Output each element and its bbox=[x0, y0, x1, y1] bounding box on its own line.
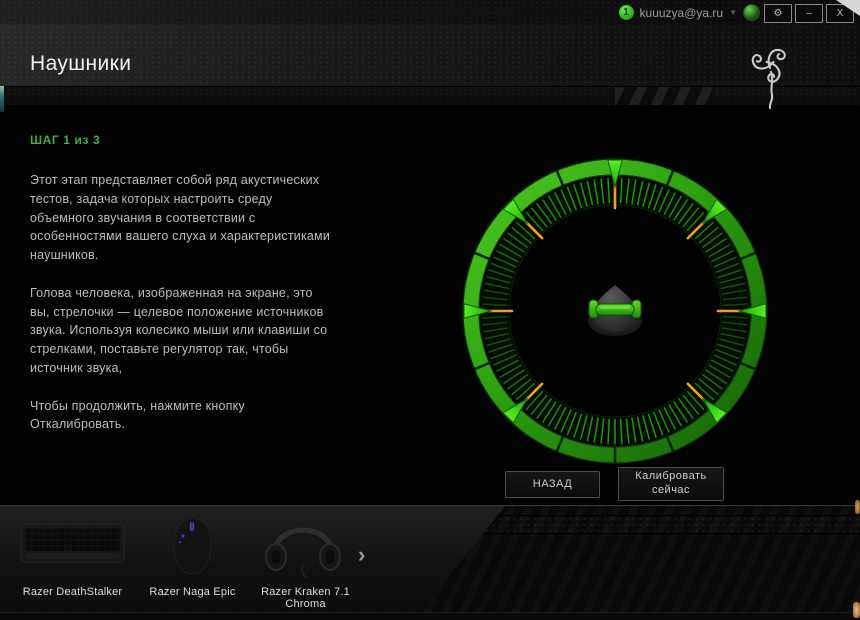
instruction-paragraph: Этот этап представляет собой ряд акустич… bbox=[30, 171, 334, 265]
device-tile-deathstalker[interactable] bbox=[15, 518, 130, 575]
device-bar: › Razer DeathStalker Razer Naga Epic Raz… bbox=[0, 505, 860, 613]
edge-decoration bbox=[0, 86, 4, 112]
instruction-paragraph: Голова человека, изображенная на экране,… bbox=[30, 284, 334, 378]
device-label: Razer Naga Epic bbox=[145, 586, 240, 598]
device-bar-right-decoration bbox=[420, 506, 860, 613]
keyboard-image bbox=[15, 518, 130, 570]
account-menu[interactable]: 1 kuuuzya@ya.ru ▼ bbox=[619, 4, 760, 21]
hex-texture-strip bbox=[420, 515, 860, 534]
header: 1 kuuuzya@ya.ru ▼ ⚙ – X Наушники bbox=[0, 0, 860, 86]
minimize-button[interactable]: – bbox=[795, 4, 823, 23]
razer-synapse-window: 1 kuuuzya@ya.ru ▼ ⚙ – X Наушники bbox=[0, 0, 860, 620]
device-label: Razer Kraken 7.1 Chroma bbox=[248, 586, 363, 610]
instructions: Этот этап представляет собой ряд акустич… bbox=[30, 171, 334, 453]
background-artifact bbox=[855, 500, 860, 514]
account-email: kuuuzya@ya.ru bbox=[640, 6, 724, 20]
gear-icon: ⚙ bbox=[774, 8, 783, 19]
device-label: Razer DeathStalker bbox=[15, 586, 130, 598]
avatar[interactable] bbox=[743, 4, 760, 21]
device-tile-naga-epic[interactable] bbox=[150, 514, 235, 583]
headset-image bbox=[253, 509, 353, 583]
calibrate-now-button[interactable]: Калибровать сейчас bbox=[618, 467, 724, 501]
window-corner-fold bbox=[836, 0, 860, 16]
settings-button[interactable]: ⚙ bbox=[764, 4, 792, 23]
more-devices-chevron[interactable]: › bbox=[358, 542, 365, 568]
surround-calibration-dial[interactable] bbox=[455, 151, 775, 471]
page-title: Наушники bbox=[30, 52, 131, 76]
listener-head-icon bbox=[588, 285, 642, 336]
background-artifact bbox=[853, 602, 860, 618]
bottom-edge bbox=[0, 612, 860, 620]
minimize-icon: – bbox=[806, 8, 812, 19]
calibration-page: ШАГ 1 из 3 Этот этап представляет собой … bbox=[0, 105, 860, 505]
diagonal-stripes-decoration bbox=[615, 87, 715, 105]
razer-logo-icon bbox=[727, 26, 813, 110]
chevron-down-icon: ▼ bbox=[729, 8, 737, 17]
back-button[interactable]: НАЗАД bbox=[505, 471, 600, 498]
notification-badge[interactable]: 1 bbox=[619, 5, 634, 20]
mouse-image bbox=[150, 514, 235, 578]
step-indicator: ШАГ 1 из 3 bbox=[30, 133, 100, 147]
instruction-paragraph: Чтобы продолжить, нажмите кнопку Откалиб… bbox=[30, 397, 334, 435]
device-tile-kraken[interactable] bbox=[253, 509, 353, 588]
calibration-dial[interactable] bbox=[455, 151, 775, 471]
